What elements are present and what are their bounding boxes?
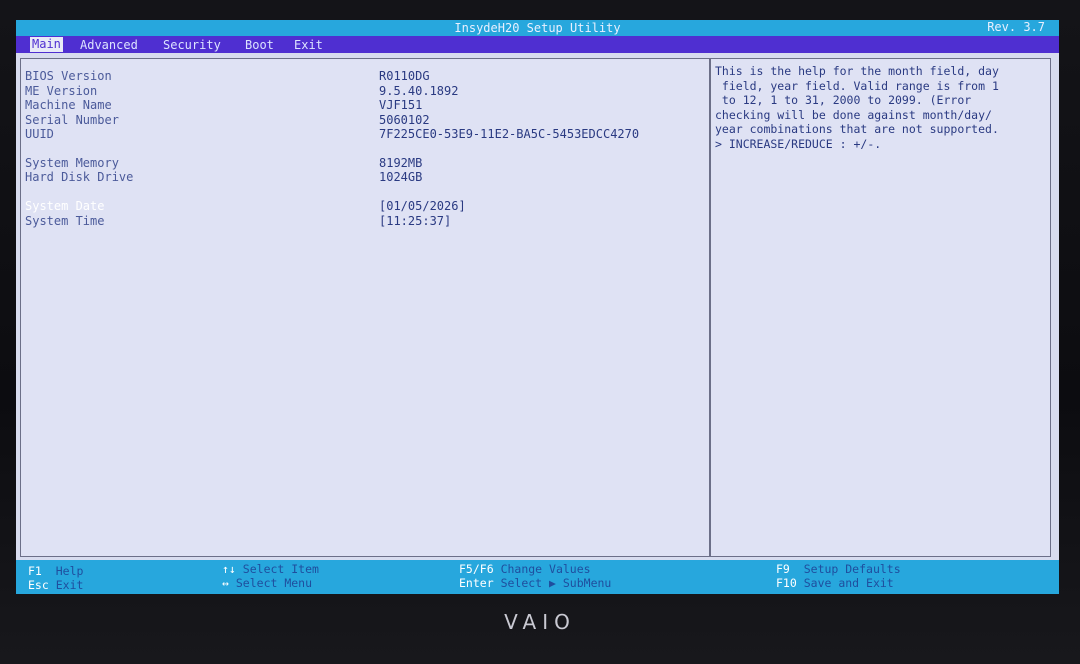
hard-disk-value: 1024GB	[379, 170, 423, 184]
machine-name-value: VJF151	[379, 98, 423, 112]
bios-version-label: BIOS Version	[25, 69, 112, 83]
menu-bar: Main Advanced Security Boot Exit	[16, 36, 1059, 53]
footer-setup-defaults: F9 Setup Defaults	[776, 562, 901, 576]
vaio-logo: VAIO	[504, 610, 576, 634]
uuid-value: 7F225CE0-53E9-11E2-BA5C-5453EDCC4270	[379, 127, 640, 141]
system-memory-label: System Memory	[25, 156, 119, 170]
revision-label: Rev. 3.7	[987, 20, 1045, 34]
help-panel: This is the help for the month field, da…	[710, 58, 1051, 557]
footer-bar: F1 Help Esc Exit ↑↓ Select Item ↔ Select…	[16, 560, 1059, 594]
tab-advanced[interactable]: Advanced	[80, 38, 138, 52]
system-date-label[interactable]: System Date	[25, 199, 104, 213]
footer-select-menu: ↔ Select Menu	[222, 576, 313, 590]
utility-title: InsydeH20 Setup Utility	[454, 21, 621, 35]
tab-exit[interactable]: Exit	[294, 38, 323, 52]
tab-boot[interactable]: Boot	[245, 38, 274, 52]
help-text: This is the help for the month field, da…	[715, 64, 999, 151]
main-panel: BIOS Version R0110DG ME Version 9.5.40.1…	[20, 58, 710, 557]
tab-security[interactable]: Security	[163, 38, 221, 52]
system-time-label[interactable]: System Time	[25, 214, 104, 228]
footer-exit: Esc Exit	[28, 578, 84, 592]
footer-save-exit: F10 Save and Exit	[776, 576, 894, 590]
title-bar: InsydeH20 Setup Utility Rev. 3.7	[16, 20, 1059, 36]
tab-main[interactable]: Main	[30, 37, 63, 52]
footer-help: F1 Help	[28, 564, 84, 578]
system-time-value[interactable]: [11:25:37]	[379, 214, 451, 228]
hard-disk-label: Hard Disk Drive	[25, 170, 134, 184]
me-version-label: ME Version	[25, 84, 98, 98]
me-version-value: 9.5.40.1892	[379, 84, 459, 98]
bios-version-value: R0110DG	[379, 69, 430, 83]
footer-enter-submenu: Enter Select ▶ SubMenu	[459, 576, 612, 590]
footer-select-item: ↑↓ Select Item	[222, 562, 319, 576]
system-date-value[interactable]: [01/05/2026]	[379, 199, 466, 213]
machine-name-label: Machine Name	[25, 98, 112, 112]
serial-number-label: Serial Number	[25, 113, 119, 127]
serial-number-value: 5060102	[379, 113, 430, 127]
footer-change-values: F5/F6 Change Values	[459, 562, 591, 576]
uuid-label: UUID	[25, 127, 54, 141]
system-memory-value: 8192MB	[379, 156, 423, 170]
bios-screen: InsydeH20 Setup Utility Rev. 3.7 Main Ad…	[16, 20, 1059, 594]
